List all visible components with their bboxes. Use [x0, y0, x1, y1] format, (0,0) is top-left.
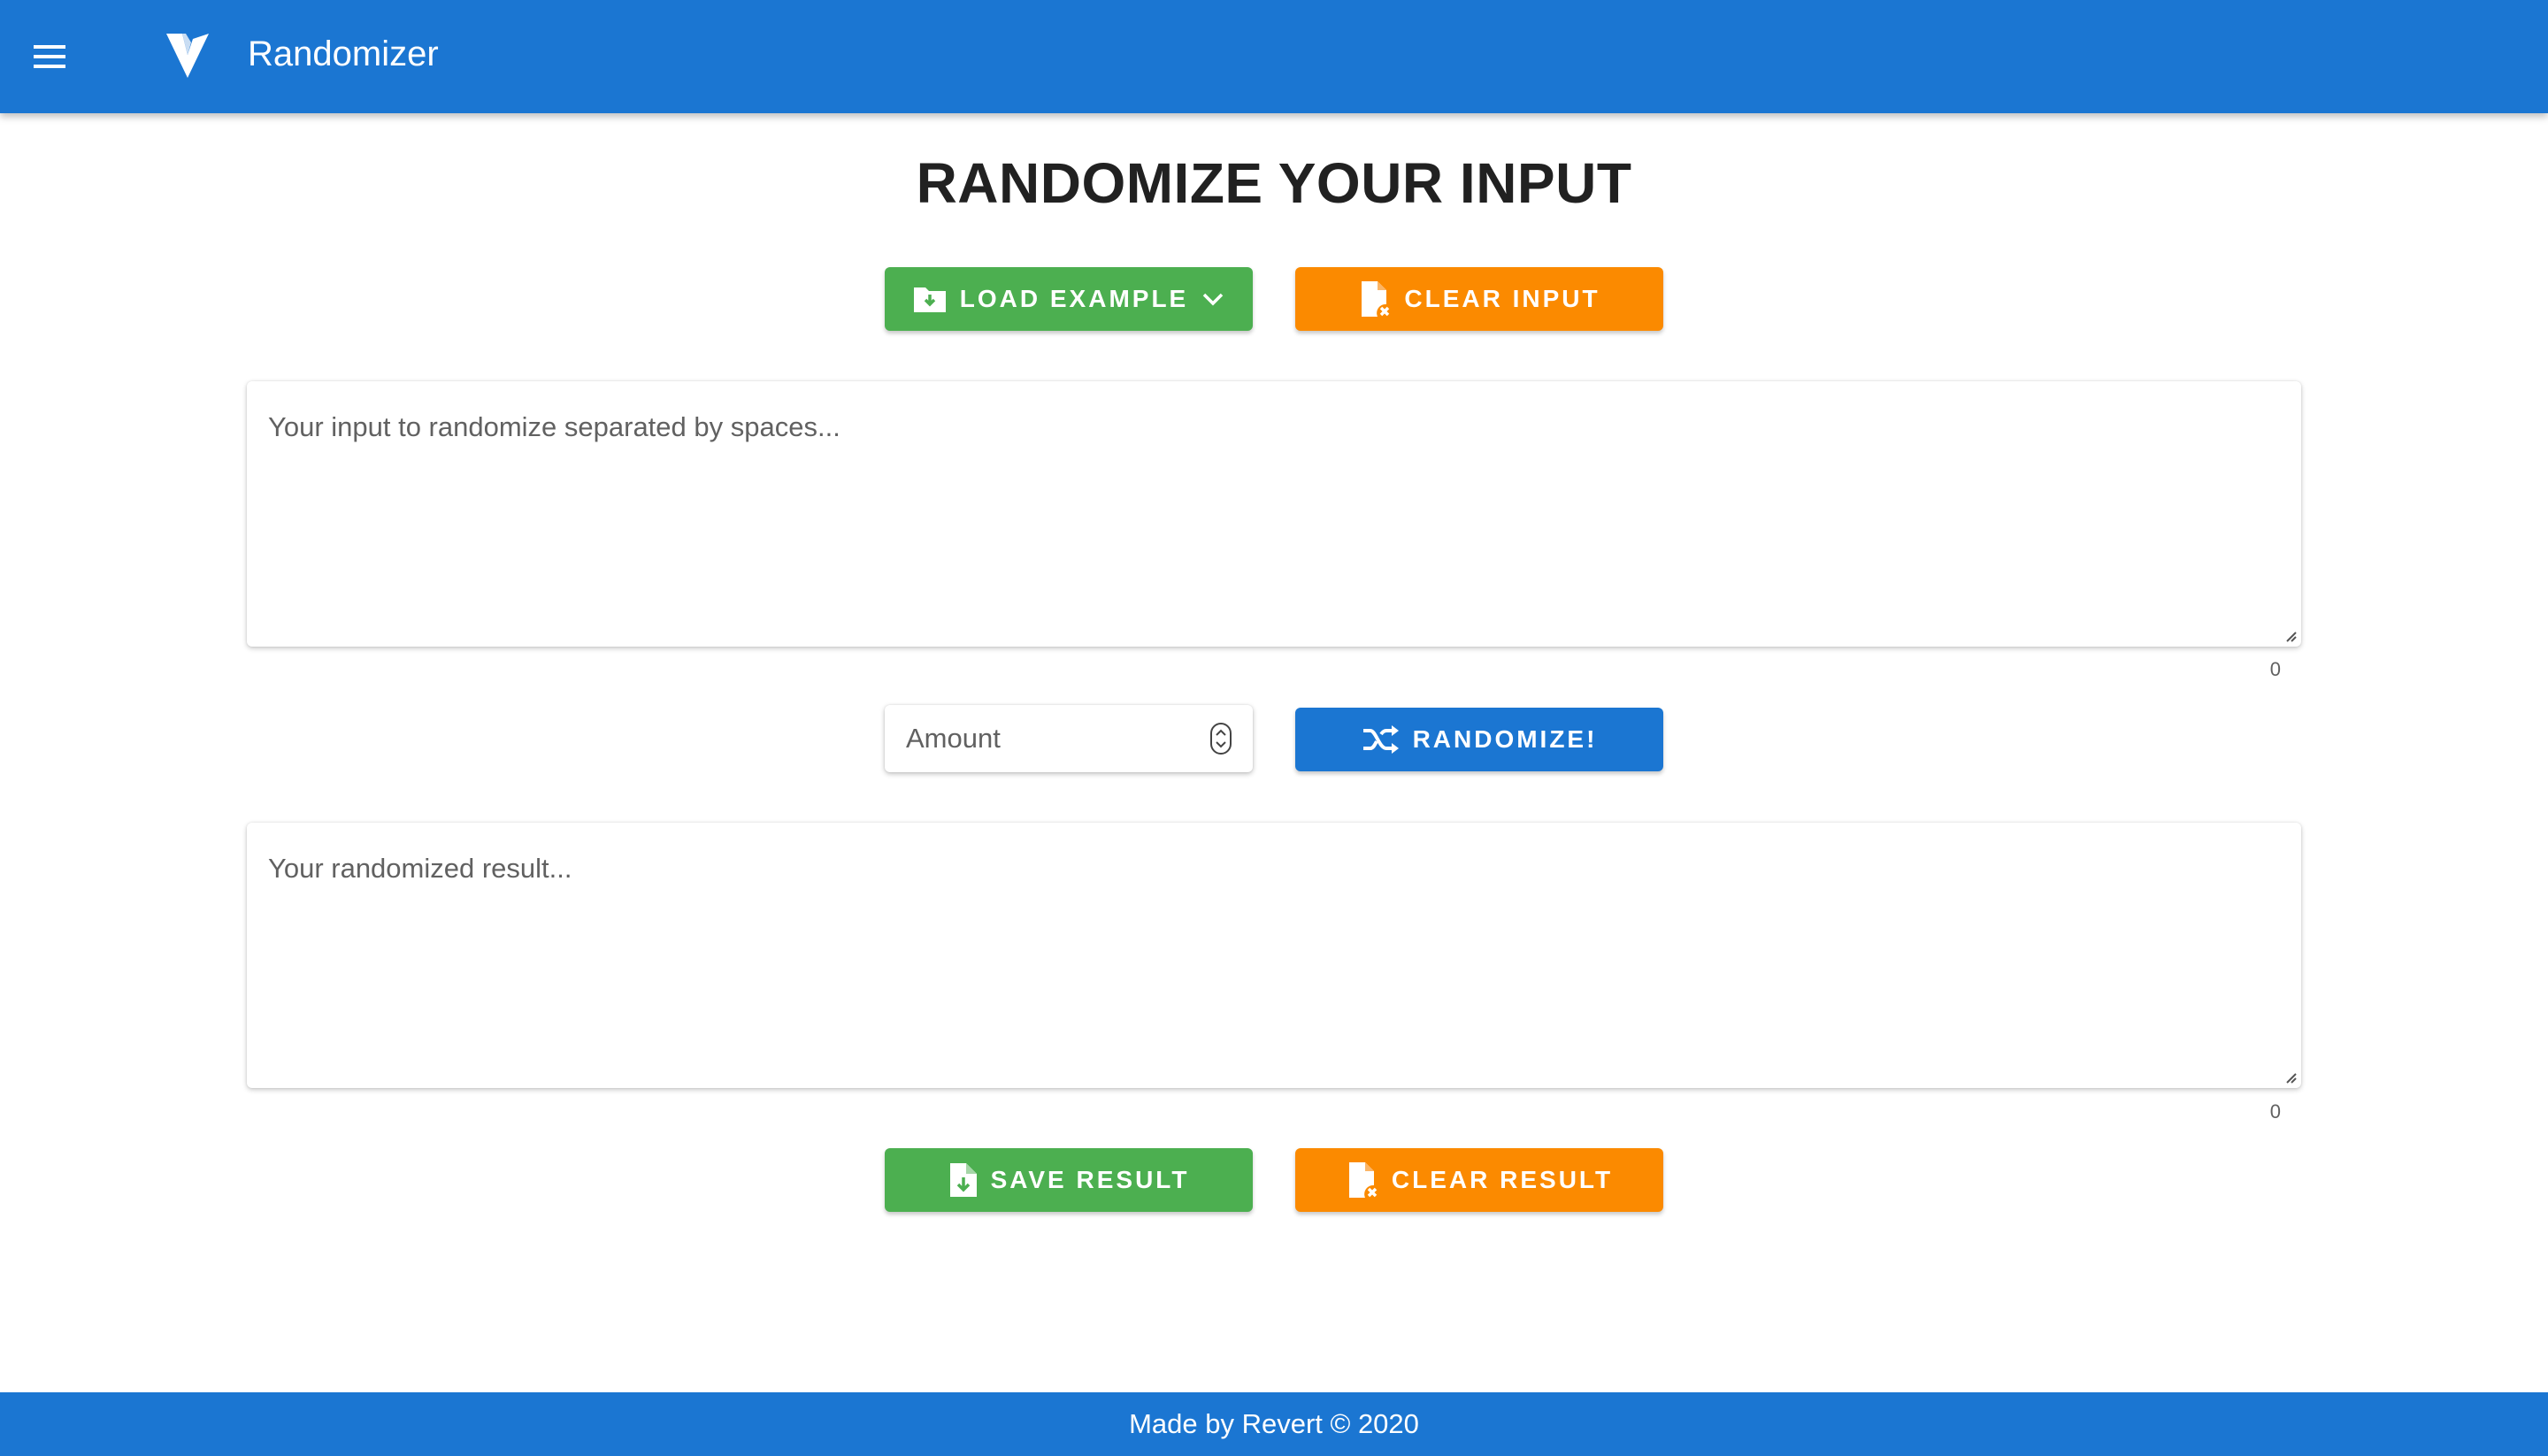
resize-handle-icon[interactable] — [2283, 1070, 2298, 1084]
number-spinner-icon[interactable] — [1210, 723, 1232, 755]
footer: Made by Revert © 2020 — [0, 1392, 2548, 1456]
amount-input[interactable] — [885, 705, 1253, 772]
randomize-button[interactable]: RANDOMIZE! — [1295, 708, 1663, 771]
app-title: Randomizer — [248, 34, 439, 73]
page-title: RANDOMIZE YOUR INPUT — [916, 151, 1632, 215]
input-textarea-container — [247, 381, 2301, 647]
amount-field-container — [885, 705, 1253, 772]
shuffle-icon — [1362, 725, 1399, 754]
save-result-label: SAVE RESULT — [990, 1166, 1190, 1193]
result-textarea[interactable] — [247, 823, 2301, 1088]
folder-download-icon — [913, 287, 946, 312]
clear-input-button[interactable]: CLEAR INPUT — [1295, 267, 1663, 331]
clear-input-label: CLEAR INPUT — [1404, 285, 1600, 312]
result-textarea-container — [247, 823, 2301, 1088]
vuetify-logo-icon — [166, 34, 209, 78]
file-remove-icon — [1362, 281, 1390, 317]
result-char-counter: 0 — [2269, 1100, 2281, 1123]
clear-result-button[interactable]: CLEAR RESULT — [1295, 1148, 1663, 1212]
resize-handle-icon[interactable] — [2283, 629, 2298, 643]
load-example-button[interactable]: LOAD EXAMPLE — [885, 267, 1253, 331]
file-download-icon — [949, 1163, 977, 1197]
load-example-label: LOAD EXAMPLE — [959, 285, 1189, 312]
app-bar: Randomizer — [0, 0, 2548, 113]
file-remove-icon — [1348, 1162, 1378, 1198]
chevron-down-icon — [1202, 293, 1224, 306]
clear-result-label: CLEAR RESULT — [1391, 1166, 1614, 1193]
menu-button[interactable] — [27, 35, 73, 78]
menu-icon — [34, 45, 65, 68]
randomize-label: RANDOMIZE! — [1412, 725, 1598, 753]
save-result-button[interactable]: SAVE RESULT — [885, 1148, 1253, 1212]
input-char-counter: 0 — [2269, 658, 2281, 680]
input-textarea[interactable] — [247, 381, 2301, 647]
footer-text: Made by Revert © 2020 — [1129, 1408, 1419, 1439]
